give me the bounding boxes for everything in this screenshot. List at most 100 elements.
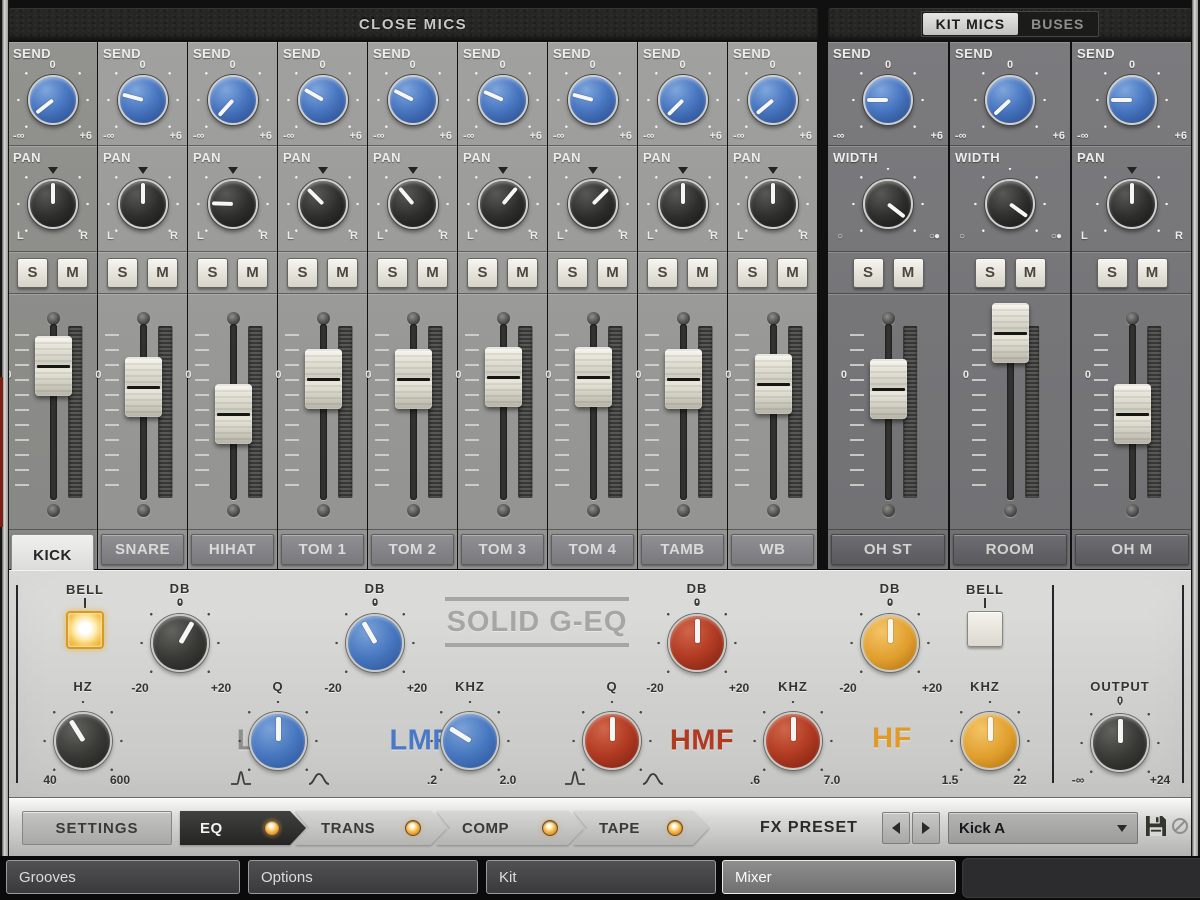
channel-select-button[interactable]: TOM 4 — [551, 534, 634, 565]
send-knob[interactable] — [863, 75, 913, 125]
lmf-freq-knob[interactable] — [441, 712, 499, 770]
channel-fader[interactable]: 0 — [188, 294, 277, 530]
pan-knob[interactable] — [118, 179, 168, 229]
channel-fader[interactable]: 0 — [98, 294, 187, 530]
channel-fader[interactable]: 0 — [8, 294, 97, 530]
preset-next-button[interactable] — [912, 812, 940, 844]
mute-button[interactable]: M — [1015, 258, 1046, 288]
fx-tab-eq[interactable]: EQ — [180, 811, 306, 845]
fader-handle[interactable] — [215, 384, 252, 444]
send-knob[interactable] — [298, 75, 348, 125]
channel-fader[interactable]: 0 — [728, 294, 817, 530]
channel-fader[interactable]: 0 — [548, 294, 637, 530]
solo-button[interactable]: S — [107, 258, 138, 288]
solo-button[interactable]: S — [17, 258, 48, 288]
output-knob[interactable] — [1091, 714, 1149, 772]
power-led-icon[interactable] — [264, 820, 280, 836]
mute-button[interactable]: M — [237, 258, 268, 288]
send-knob[interactable] — [658, 75, 708, 125]
fader-handle[interactable] — [1114, 384, 1151, 444]
channel-fader[interactable]: 0 — [278, 294, 367, 530]
tab-grooves[interactable]: Grooves — [6, 860, 240, 894]
pan-knob[interactable] — [208, 179, 258, 229]
mute-button[interactable]: M — [147, 258, 178, 288]
hf-bell-button[interactable] — [967, 611, 1003, 647]
tab-kit-mics[interactable]: KIT MICS — [923, 13, 1018, 35]
mute-button[interactable]: M — [687, 258, 718, 288]
solo-button[interactable]: S — [737, 258, 768, 288]
preset-dropdown[interactable]: Kick A — [948, 812, 1138, 844]
channel-fader[interactable]: 0 — [950, 294, 1070, 530]
fader-handle[interactable] — [125, 357, 162, 417]
fader-handle[interactable] — [575, 347, 612, 407]
solo-button[interactable]: S — [197, 258, 228, 288]
hf-gain-knob[interactable] — [861, 614, 919, 672]
save-preset-icon[interactable] — [1146, 816, 1166, 836]
solo-button[interactable]: S — [557, 258, 588, 288]
channel-fader[interactable]: 0 — [458, 294, 547, 530]
channel-select-button[interactable]: WB — [731, 534, 814, 565]
pan-knob[interactable] — [1107, 179, 1157, 229]
power-led-icon[interactable] — [405, 820, 421, 836]
lmf-gain-knob[interactable] — [346, 614, 404, 672]
hf-freq-knob[interactable] — [961, 712, 1019, 770]
lf-gain-knob[interactable] — [151, 614, 209, 672]
channel-select-button[interactable]: SNARE — [101, 534, 184, 565]
send-knob[interactable] — [478, 75, 528, 125]
tab-buses[interactable]: BUSES — [1018, 13, 1097, 35]
fader-handle[interactable] — [665, 349, 702, 409]
channel-fader[interactable]: 0 — [828, 294, 948, 530]
pan-knob[interactable] — [748, 179, 798, 229]
channel-select-button[interactable]: TAMB — [641, 534, 724, 565]
hmf-q-knob[interactable] — [583, 712, 641, 770]
pan-knob[interactable] — [658, 179, 708, 229]
fader-handle[interactable] — [395, 349, 432, 409]
pan-knob[interactable] — [568, 179, 618, 229]
mute-button[interactable]: M — [57, 258, 88, 288]
hmf-freq-knob[interactable] — [764, 712, 822, 770]
hmf-gain-knob[interactable] — [668, 614, 726, 672]
pan-knob[interactable] — [388, 179, 438, 229]
mute-button[interactable]: M — [327, 258, 358, 288]
fader-handle[interactable] — [35, 336, 72, 396]
width-knob[interactable] — [863, 179, 913, 229]
send-knob[interactable] — [748, 75, 798, 125]
fx-tab-comp[interactable]: COMP — [436, 811, 584, 845]
solo-button[interactable]: S — [377, 258, 408, 288]
channel-select-button[interactable]: TOM 2 — [371, 534, 454, 565]
solo-button[interactable]: S — [467, 258, 498, 288]
solo-button[interactable]: S — [647, 258, 678, 288]
channel-select-button[interactable]: ROOM — [953, 534, 1067, 565]
solo-button[interactable]: S — [287, 258, 318, 288]
send-knob[interactable] — [208, 75, 258, 125]
channel-fader[interactable]: 0 — [1072, 294, 1192, 530]
mute-button[interactable]: M — [1137, 258, 1168, 288]
fader-handle[interactable] — [992, 303, 1029, 363]
width-knob[interactable] — [985, 179, 1035, 229]
channel-select-button[interactable]: OH M — [1075, 534, 1189, 565]
mute-button[interactable]: M — [777, 258, 808, 288]
mute-button[interactable]: M — [507, 258, 538, 288]
lf-freq-knob[interactable] — [54, 712, 112, 770]
channel-select-button[interactable]: TOM 3 — [461, 534, 544, 565]
tab-mixer[interactable]: Mixer — [722, 860, 956, 894]
pan-knob[interactable] — [298, 179, 348, 229]
preset-prev-button[interactable] — [882, 812, 910, 844]
fader-handle[interactable] — [870, 359, 907, 419]
settings-button[interactable]: SETTINGS — [22, 811, 172, 845]
channel-select-button[interactable]: TOM 1 — [281, 534, 364, 565]
fader-handle[interactable] — [485, 347, 522, 407]
tab-options[interactable]: Options — [248, 860, 478, 894]
mute-button[interactable]: M — [893, 258, 924, 288]
lmf-q-knob[interactable] — [249, 712, 307, 770]
tab-kit[interactable]: Kit — [486, 860, 716, 894]
solo-button[interactable]: S — [853, 258, 884, 288]
send-knob[interactable] — [118, 75, 168, 125]
power-led-icon[interactable] — [667, 820, 683, 836]
mute-button[interactable]: M — [417, 258, 448, 288]
channel-fader[interactable]: 0 — [638, 294, 727, 530]
send-knob[interactable] — [388, 75, 438, 125]
send-knob[interactable] — [1107, 75, 1157, 125]
fader-handle[interactable] — [755, 354, 792, 414]
solo-button[interactable]: S — [975, 258, 1006, 288]
